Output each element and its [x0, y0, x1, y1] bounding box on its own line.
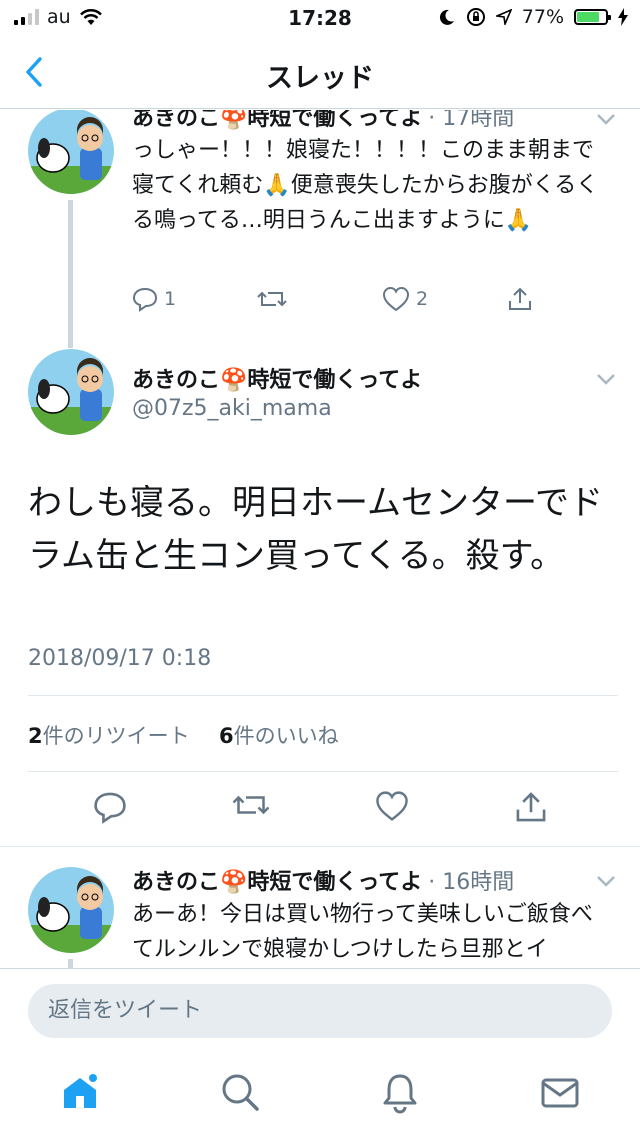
main-tweet-actions — [0, 790, 640, 824]
chevron-down-icon[interactable] — [595, 372, 617, 386]
share-icon[interactable] — [514, 790, 548, 824]
main-tweet-text: わしも寝る。明日ホームセンターでドラム缶と生コン買ってくる。殺す。 — [28, 483, 603, 576]
rotation-lock-icon — [466, 8, 485, 26]
share-action[interactable] — [507, 286, 567, 312]
tab-bar — [0, 1048, 640, 1138]
retweets-number[interactable]: 2 — [28, 724, 43, 748]
reply-action[interactable]: 1 — [132, 286, 257, 312]
page-title: スレッド — [266, 63, 374, 94]
thread-tweet-reply[interactable]: あきのこ🍄時短で働くってよ · 16時間 あーあ！今日は買い物行って美味しいご飯… — [0, 847, 640, 968]
thread-tweet-previous[interactable]: あきのこ🍄時短で働くってよ · 17時間 っしゃー！！！娘寝た！！！！このまま朝… — [0, 110, 640, 348]
search-icon[interactable] — [218, 1070, 262, 1114]
chevron-down-icon[interactable] — [595, 112, 617, 126]
nav-bar: スレッド — [0, 38, 640, 109]
retweets-label[interactable]: 件のリツイート — [43, 724, 190, 748]
notifications-icon[interactable] — [378, 1070, 422, 1114]
timestamp: · 17時間 — [428, 110, 515, 131]
retweet-action[interactable] — [257, 286, 382, 312]
tweet-stats: 2件のリツイート 6件のいいね — [28, 720, 339, 750]
status-right: 77% — [438, 6, 628, 28]
tweet-datetime: 2018/09/17 0:18 — [28, 646, 212, 671]
avatar[interactable] — [28, 867, 114, 953]
tweet-header: あきのこ🍄時短で働くってよ · 17時間 — [132, 110, 514, 132]
share-icon — [509, 287, 531, 310]
chevron-down-icon[interactable] — [595, 874, 617, 888]
timestamp: · 16時間 — [428, 870, 515, 895]
location-icon — [495, 9, 512, 25]
like-icon — [382, 286, 410, 312]
main-tweet-avatar[interactable] — [28, 349, 114, 435]
like-count: 2 — [416, 288, 429, 310]
tweet-text: っしゃー！！！娘寝た！！！！このまま朝まで寝てくれ頼む🙏便意喪失したからお腹がく… — [132, 138, 599, 233]
display-name[interactable]: あきのこ🍄時短で働くってよ — [132, 110, 422, 132]
reply-bar: 返信をツイート — [0, 968, 640, 1049]
charging-icon — [618, 8, 628, 26]
divider — [28, 771, 618, 772]
avatar[interactable] — [28, 110, 114, 194]
home-icon[interactable] — [58, 1070, 102, 1114]
main-display-name[interactable]: あきのこ🍄時短で働くってよ — [132, 362, 422, 394]
retweet-icon[interactable] — [232, 790, 270, 820]
main-handle[interactable]: @07z5_aki_mama — [132, 396, 332, 421]
like-icon[interactable] — [375, 790, 409, 822]
battery-percent: 77% — [521, 6, 564, 28]
tweet-actions: 1 2 — [132, 286, 612, 312]
likes-label[interactable]: 件のいいね — [234, 724, 339, 748]
reply-icon[interactable] — [93, 790, 127, 824]
messages-icon[interactable] — [538, 1070, 582, 1114]
display-name[interactable]: あきのこ🍄時短で働くってよ — [132, 864, 422, 896]
battery-icon — [574, 9, 611, 25]
retweet-icon — [257, 291, 287, 307]
moon-icon — [439, 9, 454, 25]
divider — [28, 695, 618, 696]
thread-connector-line — [68, 200, 73, 348]
thread-connector-line — [68, 959, 73, 968]
tweet-header: あきのこ🍄時短で働くってよ · 16時間 — [132, 864, 514, 896]
reply-count: 1 — [164, 288, 177, 310]
tweet-text: あーあ！今日は買い物行って美味しいご飯食べてルンルンで娘寝かしつけしたら旦那とイ — [132, 902, 593, 962]
reply-icon — [132, 287, 158, 312]
status-bar: au 17:28 77% — [0, 0, 640, 38]
like-action[interactable]: 2 — [382, 286, 507, 312]
likes-number[interactable]: 6 — [219, 724, 234, 748]
reply-input[interactable]: 返信をツイート — [28, 984, 612, 1038]
